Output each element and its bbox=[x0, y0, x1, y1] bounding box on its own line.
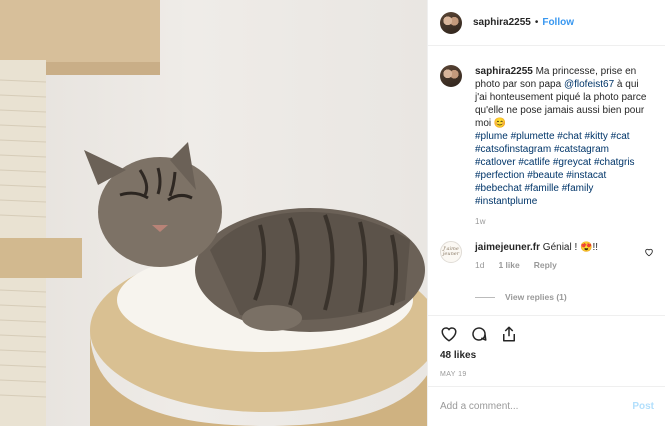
post-actions: 48 likes MAY 19 bbox=[428, 315, 665, 385]
hashtag-link[interactable]: #greycat bbox=[553, 157, 591, 168]
comment-like-heart-icon[interactable] bbox=[644, 247, 654, 257]
hashtag-link[interactable]: #beaute bbox=[527, 170, 563, 181]
comment-time: 1d bbox=[475, 260, 485, 270]
side-platform bbox=[0, 238, 82, 278]
hashtag-link[interactable]: #catsofinstagram bbox=[475, 144, 551, 155]
commenter-username[interactable]: jaimejeuner.fr bbox=[475, 242, 540, 253]
likes-count[interactable]: 48 likes bbox=[440, 350, 476, 361]
comment-text: Génial ! 😍!! bbox=[540, 242, 599, 253]
add-comment-bar: Post bbox=[428, 386, 665, 426]
caption-username[interactable]: saphira2255 bbox=[475, 66, 533, 77]
cat-photo-illustration bbox=[0, 0, 427, 426]
caption-time: 1w bbox=[475, 217, 486, 226]
caption-text: saphira2255 Ma princesse, prise en photo… bbox=[475, 65, 650, 208]
author-username[interactable]: saphira2255 bbox=[473, 17, 531, 28]
hashtag-link[interactable]: #kitty bbox=[585, 131, 608, 142]
separator-dot: • bbox=[534, 17, 539, 28]
comment-icon[interactable] bbox=[470, 325, 488, 343]
heart-icon[interactable] bbox=[440, 325, 458, 343]
comments-section: saphira2255 Ma princesse, prise en photo… bbox=[428, 47, 665, 315]
hashtag-link[interactable]: #plumette bbox=[511, 131, 555, 142]
post-photo[interactable] bbox=[0, 0, 427, 426]
cat-paw bbox=[242, 305, 302, 331]
hashtag-link[interactable]: #catlover bbox=[475, 157, 516, 168]
share-icon[interactable] bbox=[500, 325, 518, 343]
replies-divider bbox=[475, 296, 495, 298]
comment-line: jaimejeuner.fr Génial ! 😍!! bbox=[475, 241, 635, 254]
caption-avatar[interactable] bbox=[440, 65, 462, 87]
action-icons bbox=[440, 325, 518, 343]
author-avatar[interactable] bbox=[440, 11, 462, 34]
commenter-avatar[interactable]: J'aime jeuner bbox=[440, 241, 462, 263]
comment-likes[interactable]: 1 like bbox=[498, 260, 519, 270]
post-comment-button[interactable]: Post bbox=[632, 401, 654, 412]
hashtag-link[interactable]: #family bbox=[562, 183, 594, 194]
cat-back bbox=[210, 211, 410, 320]
hashtag-link[interactable]: #plume bbox=[475, 131, 508, 142]
caption: saphira2255 Ma princesse, prise en photo… bbox=[440, 65, 660, 208]
hashtag-link[interactable]: #chat bbox=[557, 131, 581, 142]
hashtag-link[interactable]: #catlife bbox=[518, 157, 550, 168]
follow-button[interactable]: Follow bbox=[542, 17, 574, 28]
comment-meta: 1d 1 like Reply bbox=[475, 260, 635, 270]
hashtag-link[interactable]: #perfection bbox=[475, 170, 524, 181]
instagram-post: saphira2255 • Follow saphira2255 Ma prin… bbox=[0, 0, 665, 426]
post-side-panel: saphira2255 • Follow saphira2255 Ma prin… bbox=[427, 0, 665, 426]
reply-button[interactable]: Reply bbox=[534, 260, 557, 270]
caption-mention[interactable]: @flofeist67 bbox=[564, 79, 614, 90]
post-date: MAY 19 bbox=[440, 371, 467, 378]
hashtag-link[interactable]: #chatgris bbox=[594, 157, 635, 168]
hashtag-link[interactable]: #famille bbox=[525, 183, 559, 194]
post-header: saphira2255 • Follow bbox=[428, 0, 665, 46]
hashtag-link[interactable]: #instantplume bbox=[475, 196, 537, 207]
view-replies-button[interactable]: View replies (1) bbox=[475, 292, 567, 302]
view-replies-label: View replies (1) bbox=[505, 292, 567, 302]
hashtag-link[interactable]: #bebechat bbox=[475, 183, 522, 194]
hashtag-link[interactable]: #catstagram bbox=[554, 144, 609, 155]
comment-body: jaimejeuner.fr Génial ! 😍!! 1d 1 like Re… bbox=[475, 241, 635, 270]
comment-item: J'aime jeuner jaimejeuner.fr Génial ! 😍!… bbox=[440, 241, 660, 270]
comment-input[interactable] bbox=[440, 401, 633, 412]
caption-hashtags: #plume #plumette #chat #kitty #cat #cats… bbox=[475, 131, 635, 207]
hashtag-link[interactable]: #instacat bbox=[566, 170, 606, 181]
hashtag-link[interactable]: #cat bbox=[611, 131, 630, 142]
